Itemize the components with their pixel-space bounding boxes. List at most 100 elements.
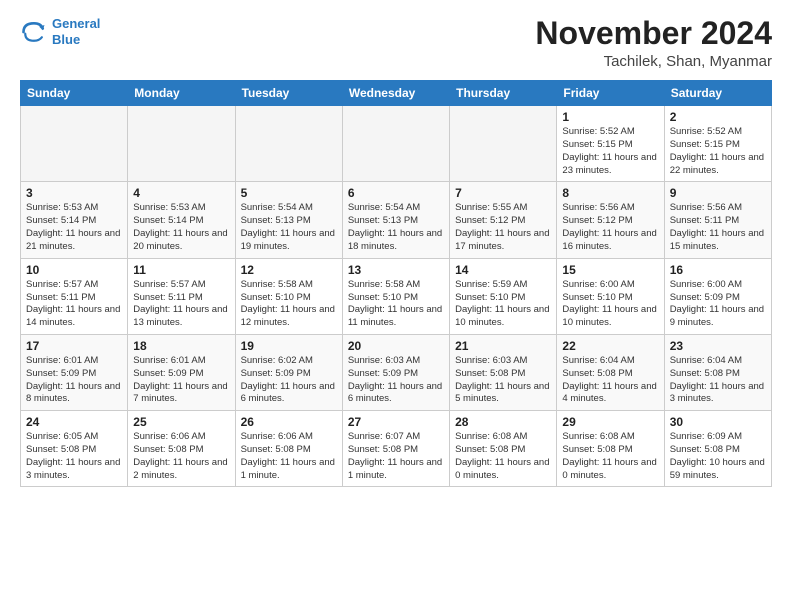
day-number: 8	[562, 186, 658, 200]
day-info: Sunrise: 5:53 AMSunset: 5:14 PMDaylight:…	[26, 202, 122, 253]
col-header-monday: Monday	[128, 81, 235, 106]
day-cell: 1 Sunrise: 5:52 AMSunset: 5:15 PMDaylight…	[557, 106, 664, 182]
day-info: Sunrise: 6:06 AMSunset: 5:08 PMDaylight:…	[133, 431, 229, 482]
day-info: Sunrise: 5:52 AMSunset: 5:15 PMDaylight:…	[562, 126, 658, 177]
day-cell	[21, 106, 128, 182]
location-title: Tachilek, Shan, Myanmar	[535, 53, 772, 70]
day-number: 18	[133, 339, 229, 353]
day-cell: 18Sunrise: 6:01 AMSunset: 5:09 PMDayligh…	[128, 334, 235, 410]
day-info: Sunrise: 6:08 AMSunset: 5:08 PMDaylight:…	[562, 431, 658, 482]
day-cell: 6 Sunrise: 5:54 AMSunset: 5:13 PMDaylight…	[342, 182, 449, 258]
day-info: Sunrise: 6:05 AMSunset: 5:08 PMDaylight:…	[26, 431, 122, 482]
day-cell: 16 Sunrise: 6:00 AMSunset: 5:09 PMDayligh…	[664, 258, 771, 334]
day-number: 9	[670, 186, 766, 200]
day-number: 12	[241, 263, 337, 277]
calendar-table: SundayMondayTuesdayWednesdayThursdayFrid…	[20, 80, 772, 487]
day-cell	[342, 106, 449, 182]
col-header-tuesday: Tuesday	[235, 81, 342, 106]
day-info: Sunrise: 5:52 AMSunset: 5:15 PMDaylight:…	[670, 126, 766, 177]
day-info: Sunrise: 6:00 AMSunset: 5:09 PMDaylight:…	[670, 279, 766, 330]
day-cell: 4Sunrise: 5:53 AMSunset: 5:14 PMDaylight…	[128, 182, 235, 258]
day-number: 29	[562, 415, 658, 429]
title-block: November 2024 Tachilek, Shan, Myanmar	[535, 16, 772, 70]
day-info: Sunrise: 6:00 AMSunset: 5:10 PMDaylight:…	[562, 279, 658, 330]
day-info: Sunrise: 5:56 AMSunset: 5:12 PMDaylight:…	[562, 202, 658, 253]
day-info: Sunrise: 5:54 AMSunset: 5:13 PMDaylight:…	[348, 202, 444, 253]
day-info: Sunrise: 6:03 AMSunset: 5:09 PMDaylight:…	[348, 355, 444, 406]
day-cell: 28Sunrise: 6:08 AMSunset: 5:08 PMDayligh…	[450, 411, 557, 487]
day-number: 23	[670, 339, 766, 353]
day-cell: 11Sunrise: 5:57 AMSunset: 5:11 PMDayligh…	[128, 258, 235, 334]
header: General Blue November 2024 Tachilek, Sha…	[20, 16, 772, 70]
day-info: Sunrise: 6:04 AMSunset: 5:08 PMDaylight:…	[670, 355, 766, 406]
day-info: Sunrise: 6:02 AMSunset: 5:09 PMDaylight:…	[241, 355, 337, 406]
day-cell: 23 Sunrise: 6:04 AMSunset: 5:08 PMDayligh…	[664, 334, 771, 410]
day-number: 5	[241, 186, 337, 200]
day-cell: 3 Sunrise: 5:53 AMSunset: 5:14 PMDaylight…	[21, 182, 128, 258]
week-row-3: 17Sunrise: 6:01 AMSunset: 5:09 PMDayligh…	[21, 334, 772, 410]
day-number: 26	[241, 415, 337, 429]
day-number: 28	[455, 415, 551, 429]
day-cell: 15 Sunrise: 6:00 AMSunset: 5:10 PMDayligh…	[557, 258, 664, 334]
day-cell: 13 Sunrise: 5:58 AMSunset: 5:10 PMDayligh…	[342, 258, 449, 334]
day-info: Sunrise: 6:09 AMSunset: 5:08 PMDaylight:…	[670, 431, 766, 482]
day-cell	[235, 106, 342, 182]
day-info: Sunrise: 5:56 AMSunset: 5:11 PMDaylight:…	[670, 202, 766, 253]
day-info: Sunrise: 5:58 AMSunset: 5:10 PMDaylight:…	[348, 279, 444, 330]
week-row-2: 10 Sunrise: 5:57 AMSunset: 5:11 PMDayligh…	[21, 258, 772, 334]
day-number: 25	[133, 415, 229, 429]
day-number: 20	[348, 339, 444, 353]
day-number: 4	[133, 186, 229, 200]
col-header-thursday: Thursday	[450, 81, 557, 106]
calendar-header-row: SundayMondayTuesdayWednesdayThursdayFrid…	[21, 81, 772, 106]
col-header-sunday: Sunday	[21, 81, 128, 106]
col-header-saturday: Saturday	[664, 81, 771, 106]
day-cell	[128, 106, 235, 182]
day-number: 1	[562, 110, 658, 124]
week-row-4: 24 Sunrise: 6:05 AMSunset: 5:08 PMDayligh…	[21, 411, 772, 487]
day-number: 3	[26, 186, 122, 200]
day-number: 30	[670, 415, 766, 429]
day-number: 15	[562, 263, 658, 277]
day-cell: 25 Sunrise: 6:06 AMSunset: 5:08 PMDayligh…	[128, 411, 235, 487]
day-cell: 14Sunrise: 5:59 AMSunset: 5:10 PMDayligh…	[450, 258, 557, 334]
day-number: 13	[348, 263, 444, 277]
day-cell: 29 Sunrise: 6:08 AMSunset: 5:08 PMDayligh…	[557, 411, 664, 487]
day-number: 11	[133, 263, 229, 277]
day-number: 17	[26, 339, 122, 353]
logo-blue: Blue	[52, 32, 80, 47]
day-info: Sunrise: 5:57 AMSunset: 5:11 PMDaylight:…	[26, 279, 122, 330]
logo-text: General Blue	[52, 16, 100, 47]
col-header-wednesday: Wednesday	[342, 81, 449, 106]
month-title: November 2024	[535, 16, 772, 51]
week-row-1: 3 Sunrise: 5:53 AMSunset: 5:14 PMDaylight…	[21, 182, 772, 258]
week-row-0: 1 Sunrise: 5:52 AMSunset: 5:15 PMDaylight…	[21, 106, 772, 182]
day-info: Sunrise: 6:06 AMSunset: 5:08 PMDaylight:…	[241, 431, 337, 482]
day-cell: 30 Sunrise: 6:09 AMSunset: 5:08 PMDayligh…	[664, 411, 771, 487]
day-number: 6	[348, 186, 444, 200]
day-number: 27	[348, 415, 444, 429]
day-cell: 22 Sunrise: 6:04 AMSunset: 5:08 PMDayligh…	[557, 334, 664, 410]
day-cell: 20 Sunrise: 6:03 AMSunset: 5:09 PMDayligh…	[342, 334, 449, 410]
day-number: 10	[26, 263, 122, 277]
day-cell: 27Sunrise: 6:07 AMSunset: 5:08 PMDayligh…	[342, 411, 449, 487]
page: General Blue November 2024 Tachilek, Sha…	[0, 0, 792, 503]
day-number: 16	[670, 263, 766, 277]
day-cell: 12 Sunrise: 5:58 AMSunset: 5:10 PMDayligh…	[235, 258, 342, 334]
day-cell: 17Sunrise: 6:01 AMSunset: 5:09 PMDayligh…	[21, 334, 128, 410]
logo-icon	[20, 18, 48, 46]
logo-general: General	[52, 16, 100, 31]
day-number: 22	[562, 339, 658, 353]
day-info: Sunrise: 6:04 AMSunset: 5:08 PMDaylight:…	[562, 355, 658, 406]
day-number: 19	[241, 339, 337, 353]
day-cell: 21Sunrise: 6:03 AMSunset: 5:08 PMDayligh…	[450, 334, 557, 410]
day-number: 24	[26, 415, 122, 429]
day-info: Sunrise: 6:03 AMSunset: 5:08 PMDaylight:…	[455, 355, 551, 406]
day-number: 7	[455, 186, 551, 200]
day-info: Sunrise: 5:58 AMSunset: 5:10 PMDaylight:…	[241, 279, 337, 330]
col-header-friday: Friday	[557, 81, 664, 106]
day-info: Sunrise: 5:54 AMSunset: 5:13 PMDaylight:…	[241, 202, 337, 253]
day-cell: 9 Sunrise: 5:56 AMSunset: 5:11 PMDaylight…	[664, 182, 771, 258]
day-number: 2	[670, 110, 766, 124]
day-cell: 10 Sunrise: 5:57 AMSunset: 5:11 PMDayligh…	[21, 258, 128, 334]
